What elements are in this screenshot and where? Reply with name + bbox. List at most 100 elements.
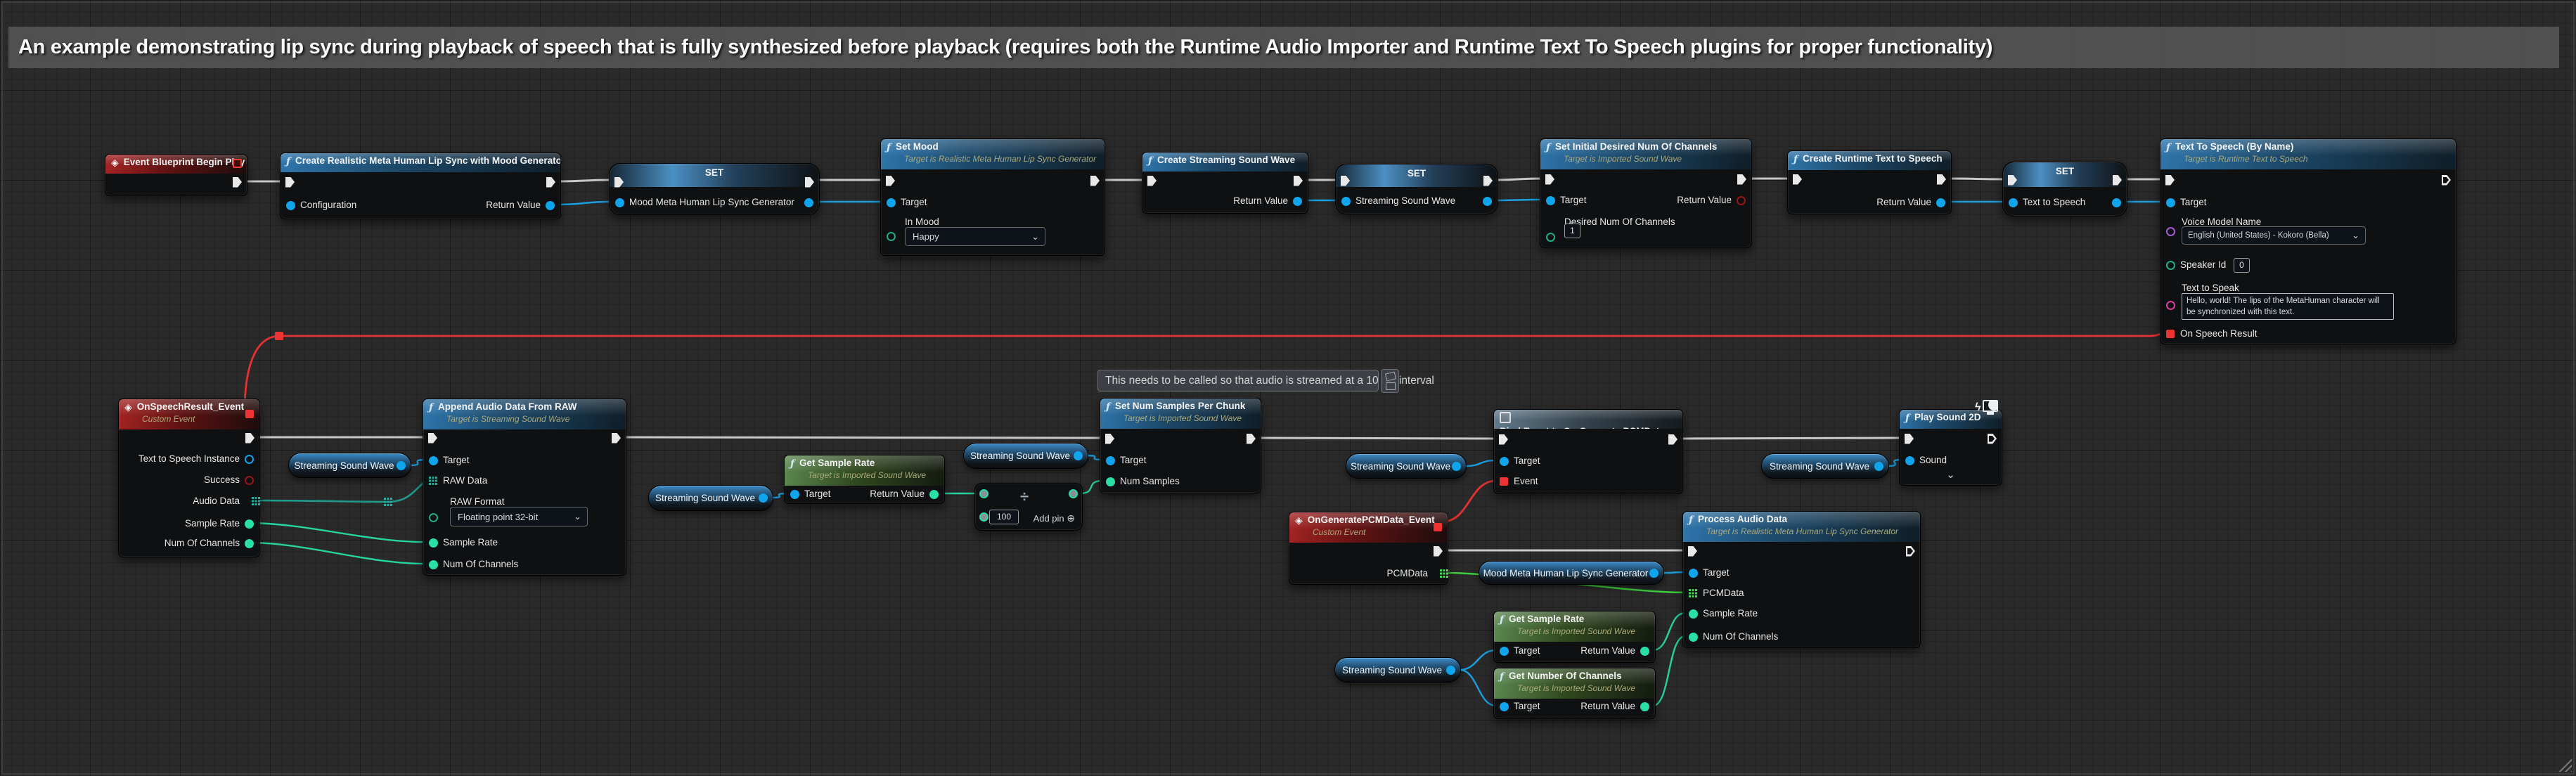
- output-pin[interactable]: [546, 177, 555, 188]
- node-bind-event-to-on-generate-pcmdata[interactable]: Bind Event to On Generate PCMDataTargetE…: [1493, 409, 1683, 494]
- input-pin[interactable]: [429, 477, 431, 479]
- value-box[interactable]: 1: [1564, 224, 1580, 238]
- variable-get-streaming-sound-wave-get-4[interactable]: Streaming Sound Wave: [1346, 453, 1467, 479]
- variable-get-streaming-sound-wave-get-1[interactable]: Streaming Sound Wave: [288, 453, 411, 478]
- output-pin[interactable]: [1937, 174, 1946, 185]
- object-out-pin[interactable]: [1446, 666, 1455, 675]
- output-pin[interactable]: [2442, 175, 2451, 186]
- output-pin[interactable]: [1434, 546, 1443, 557]
- add-pin-button[interactable]: Add pin ⊕: [1033, 512, 1075, 524]
- comment-pin-icon[interactable]: [1381, 369, 1399, 393]
- variable-get-streaming-sound-wave-get-6[interactable]: Streaming Sound Wave: [1334, 657, 1461, 683]
- event-delegate-pin[interactable]: [245, 410, 254, 418]
- input-pin[interactable]: [1500, 647, 1509, 656]
- output-pin[interactable]: [245, 519, 254, 529]
- input-pin[interactable]: [886, 176, 895, 186]
- node-process-audio-data[interactable]: ƒProcess Audio DataTarget is Realistic M…: [1682, 511, 1921, 648]
- event-delegate-pin[interactable]: [1434, 523, 1442, 531]
- wildcard-in-pin[interactable]: [979, 512, 988, 522]
- output-pin[interactable]: [1737, 196, 1746, 205]
- node-create-realistic-metahuman-lipsync-mood-generator[interactable]: ƒCreate Realistic Meta Human Lip Sync wi…: [280, 153, 561, 219]
- object-out-pin[interactable]: [1649, 569, 1659, 578]
- output-pin[interactable]: [612, 433, 621, 444]
- input-pin[interactable]: [1905, 456, 1914, 465]
- divisor-value-box[interactable]: 100: [989, 510, 1019, 524]
- wildcard-in-pin[interactable]: [979, 489, 988, 498]
- output-pin[interactable]: [2112, 198, 2121, 207]
- output-pin[interactable]: [1483, 197, 1492, 206]
- input-pin[interactable]: [887, 198, 896, 207]
- input-pin[interactable]: [286, 201, 295, 210]
- value-box[interactable]: 0: [2234, 258, 2250, 273]
- input-pin[interactable]: [1105, 434, 1114, 444]
- variable-get-streaming-sound-wave-get-3[interactable]: Streaming Sound Wave: [963, 443, 1088, 469]
- input-pin[interactable]: [2166, 198, 2175, 207]
- node-get-sample-rate-bottom[interactable]: ƒGet Sample RateTarget is Imported Sound…: [1493, 611, 1656, 663]
- node-create-streaming-sound-wave[interactable]: ƒCreate Streaming Sound WaveReturn Value: [1142, 152, 1308, 214]
- input-pin[interactable]: [1689, 589, 1691, 591]
- output-pin[interactable]: [245, 476, 254, 485]
- input-pin[interactable]: [615, 198, 624, 207]
- output-pin[interactable]: [1640, 647, 1649, 656]
- input-pin[interactable]: [1546, 196, 1555, 205]
- input-pin[interactable]: [1689, 633, 1698, 642]
- output-pin[interactable]: [1737, 174, 1746, 185]
- input-pin[interactable]: [429, 538, 438, 548]
- input-pin[interactable]: [1147, 176, 1157, 186]
- output-pin[interactable]: [1640, 702, 1649, 711]
- input-pin[interactable]: [429, 456, 438, 465]
- input-pin[interactable]: [2166, 261, 2175, 270]
- node-set-mood[interactable]: ƒSet MoodTarget is Realistic Meta Human …: [880, 138, 1105, 256]
- object-out-pin[interactable]: [759, 493, 768, 503]
- input-pin[interactable]: [2009, 198, 2018, 207]
- node-on-generate-pcmdata-event[interactable]: ◈OnGeneratePCMData_EventCustom EventPCMD…: [1289, 512, 1448, 585]
- node-set-streaming-sound-wave-variable[interactable]: SETStreaming Sound Wave: [1335, 164, 1498, 214]
- output-pin[interactable]: [1988, 434, 1997, 444]
- variable-get-streaming-sound-wave-get-5[interactable]: Streaming Sound Wave: [1761, 453, 1889, 479]
- input-pin[interactable]: [285, 177, 295, 188]
- dropdown[interactable]: English (United States) - Kokoro (Bella)…: [2182, 226, 2366, 245]
- graph-note-banner[interactable]: An example demonstrating lip sync during…: [8, 27, 2559, 68]
- output-pin[interactable]: [1668, 434, 1677, 445]
- input-pin[interactable]: [1106, 456, 1115, 465]
- input-pin[interactable]: [887, 232, 896, 241]
- input-pin[interactable]: [1689, 569, 1698, 578]
- output-pin[interactable]: [233, 177, 242, 188]
- variable-get-mood-metahuman-lipsync-generator-get[interactable]: Mood Meta Human Lip Sync Generator: [1479, 561, 1664, 585]
- output-pin[interactable]: [1090, 176, 1100, 186]
- node-set-text-to-speech-variable[interactable]: SETText to Speech: [2002, 162, 2127, 216]
- object-out-pin[interactable]: [1874, 462, 1883, 471]
- input-pin[interactable]: [2166, 330, 2175, 338]
- node-graph-background[interactable]: ◈Event Blueprint Begin PlayƒCreate Reali…: [0, 0, 2576, 776]
- variable-get-streaming-sound-wave-get-2[interactable]: Streaming Sound Wave: [648, 485, 773, 511]
- input-pin[interactable]: [2166, 301, 2175, 310]
- output-pin[interactable]: [1247, 434, 1256, 444]
- output-pin[interactable]: [245, 539, 254, 548]
- object-out-pin[interactable]: [397, 461, 406, 470]
- node-get-sample-rate-top[interactable]: ƒGet Sample RateTarget is Imported Sound…: [784, 455, 945, 504]
- object-out-pin[interactable]: [1452, 462, 1461, 471]
- output-pin[interactable]: [546, 201, 555, 210]
- output-pin[interactable]: [1906, 546, 1915, 557]
- node-append-audio-data-from-raw[interactable]: ƒAppend Audio Data From RAWTarget is Str…: [423, 399, 626, 576]
- input-pin[interactable]: [1500, 702, 1509, 711]
- output-pin[interactable]: [805, 177, 814, 188]
- input-pin[interactable]: [790, 490, 799, 499]
- output-pin[interactable]: [252, 497, 254, 499]
- node-play-sound-2d[interactable]: ƒPlay Sound 2DϟSound⌄: [1899, 409, 2002, 486]
- node-set-num-samples-per-chunk[interactable]: ƒSet Num Samples Per ChunkTarget is Impo…: [1100, 398, 1261, 493]
- dropdown[interactable]: Happy⌄: [905, 227, 1045, 246]
- node-on-speech-result-event[interactable]: ◈OnSpeechResult_EventCustom EventText to…: [118, 399, 260, 557]
- output-pin[interactable]: [245, 455, 254, 464]
- input-pin[interactable]: [1793, 174, 1802, 185]
- event-delegate-icon[interactable]: [233, 159, 242, 168]
- node-get-number-of-channels[interactable]: ƒGet Number Of ChannelsTarget is Importe…: [1493, 668, 1656, 719]
- node-text-to-speech-by-name[interactable]: ƒText To Speech (By Name)Target is Runti…: [2160, 138, 2456, 344]
- input-pin[interactable]: [1688, 546, 1697, 557]
- input-pin[interactable]: [1545, 174, 1554, 185]
- reroute-array-node[interactable]: [384, 498, 386, 500]
- output-pin[interactable]: [1293, 197, 1302, 206]
- node-create-runtime-text-to-speech[interactable]: ƒCreate Runtime Text to SpeechReturn Val…: [1787, 150, 1952, 214]
- output-pin[interactable]: [245, 433, 255, 444]
- output-pin[interactable]: [1294, 176, 1303, 186]
